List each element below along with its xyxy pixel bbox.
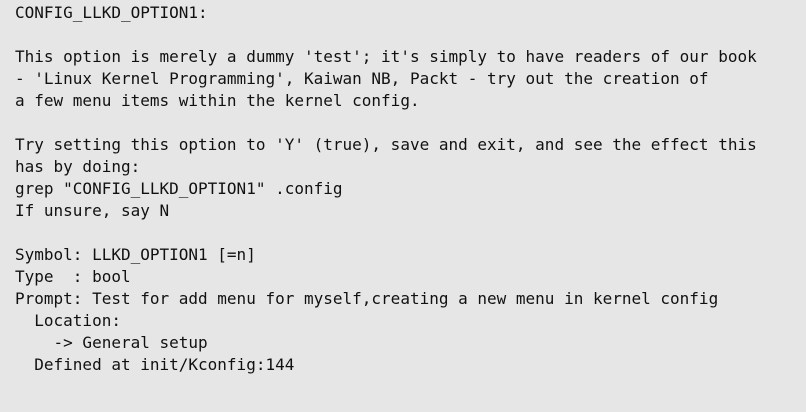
type-line: Type : bool <box>15 267 131 286</box>
instruction-line: Try setting this option to 'Y' (true), s… <box>15 135 757 154</box>
description-line: This option is merely a dummy 'test'; it… <box>15 47 757 66</box>
unsure-advice-line: If unsure, say N <box>15 201 170 220</box>
kconfig-help-window: CONFIG_LLKD_OPTION1: This option is merel… <box>0 0 806 412</box>
defined-at-line: Defined at init/Kconfig:144 <box>15 355 295 374</box>
symbol-line: Symbol: LLKD_OPTION1 [=n] <box>15 245 256 264</box>
instruction-line: has by doing: <box>15 157 141 176</box>
description-line: a few menu items within the kernel confi… <box>15 91 420 110</box>
config-symbol-heading: CONFIG_LLKD_OPTION1: <box>15 3 208 22</box>
prompt-line: Prompt: Test for add menu for myself,cre… <box>15 289 719 308</box>
location-label: Location: <box>15 311 121 330</box>
location-path: -> General setup <box>15 333 208 352</box>
description-line: - 'Linux Kernel Programming', Kaiwan NB,… <box>15 69 709 88</box>
command-line: grep "CONFIG_LLKD_OPTION1" .config <box>15 179 343 198</box>
help-text-body: CONFIG_LLKD_OPTION1: This option is merel… <box>15 2 757 376</box>
